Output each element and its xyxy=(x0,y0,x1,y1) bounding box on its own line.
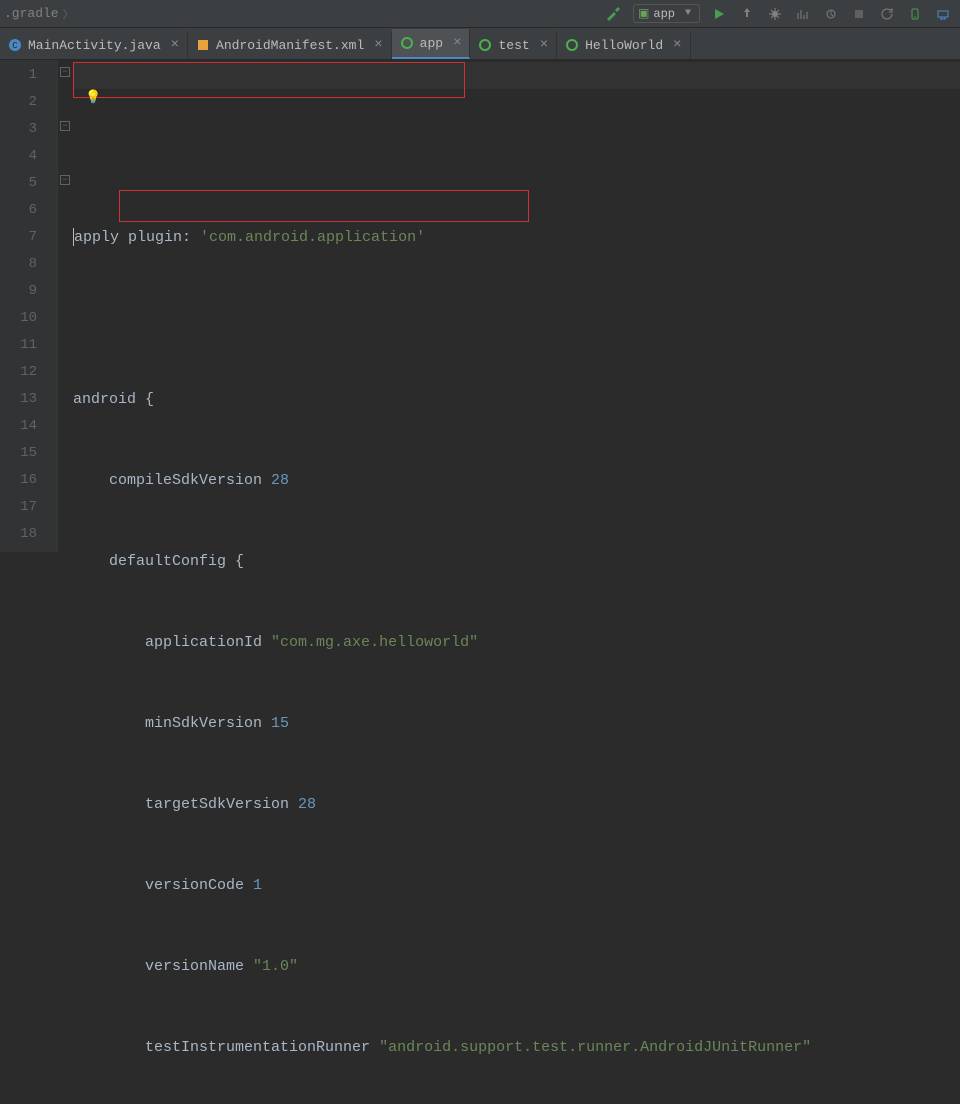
gradle-icon xyxy=(400,36,414,50)
sync-icon[interactable] xyxy=(878,5,896,23)
editor-tabs: C MainActivity.java × AndroidManifest.xm… xyxy=(0,28,960,60)
close-icon[interactable]: × xyxy=(171,37,179,53)
line-number: 1 xyxy=(0,62,37,89)
code-token: "android.support.test.runner.AndroidJUni… xyxy=(379,1039,811,1056)
line-number: 16 xyxy=(0,467,37,494)
line-gutter: 1 2 3 4 5 6 7 8 9 10 11 12 13 14 15 16 1… xyxy=(0,60,58,552)
line-number: 3 xyxy=(0,116,37,143)
avd-icon[interactable] xyxy=(906,5,924,23)
chevron-right-icon: 〉 xyxy=(63,6,74,22)
hammer-icon[interactable] xyxy=(605,5,623,23)
tab-app-gradle[interactable]: app × xyxy=(392,29,471,59)
fold-toggle-icon[interactable]: − xyxy=(60,175,70,185)
line-number: 12 xyxy=(0,359,37,386)
tab-mainactivity[interactable]: C MainActivity.java × xyxy=(0,31,188,59)
run-icon[interactable] xyxy=(710,5,728,23)
android-module-icon: ▣ xyxy=(638,6,649,21)
line-number: 11 xyxy=(0,332,37,359)
stop-icon[interactable] xyxy=(850,5,868,23)
code-token: android { xyxy=(73,391,154,408)
breadcrumb[interactable]: .gradle 〉 xyxy=(0,6,74,22)
line-number: 17 xyxy=(0,494,37,521)
tab-test[interactable]: test × xyxy=(470,31,557,59)
tab-label: MainActivity.java xyxy=(28,38,161,53)
code-content[interactable]: 💡 apply plugin: 'com.android.application… xyxy=(73,60,960,552)
code-token: apply xyxy=(74,229,119,246)
xml-icon xyxy=(196,38,210,52)
code-token: versionCode xyxy=(145,877,253,894)
current-line-highlight xyxy=(73,62,960,89)
line-number: 7 xyxy=(0,224,37,251)
code-token: minSdkVersion xyxy=(145,715,271,732)
tab-manifest[interactable]: AndroidManifest.xml × xyxy=(188,31,392,59)
tab-label: AndroidManifest.xml xyxy=(216,38,364,53)
annotation-box xyxy=(119,190,529,222)
apply-changes-icon[interactable] xyxy=(738,5,756,23)
code-token: versionName xyxy=(145,958,253,975)
run-configuration-selector[interactable]: ▣ app ▼ xyxy=(633,4,700,23)
close-icon[interactable]: × xyxy=(673,37,681,53)
tab-label: app xyxy=(420,36,443,51)
line-number: 10 xyxy=(0,305,37,332)
profiler-icon[interactable] xyxy=(794,5,812,23)
code-token: plugin: xyxy=(119,229,200,246)
fold-toggle-icon[interactable]: − xyxy=(60,67,70,77)
code-token: compileSdkVersion xyxy=(109,472,271,489)
dropdown-icon: ▼ xyxy=(685,8,691,19)
line-number: 14 xyxy=(0,413,37,440)
code-token: 28 xyxy=(271,472,289,489)
code-token: 15 xyxy=(271,715,289,732)
code-token: targetSdkVersion xyxy=(145,796,298,813)
java-class-icon: C xyxy=(8,38,22,52)
tab-label: test xyxy=(498,38,529,53)
fold-toggle-icon[interactable]: − xyxy=(60,121,70,131)
sdk-icon[interactable] xyxy=(934,5,952,23)
code-editor[interactable]: 1 2 3 4 5 6 7 8 9 10 11 12 13 14 15 16 1… xyxy=(0,60,960,552)
close-icon[interactable]: × xyxy=(453,35,461,51)
tab-helloworld[interactable]: HelloWorld × xyxy=(557,31,690,59)
line-number: 4 xyxy=(0,143,37,170)
close-icon[interactable]: × xyxy=(374,37,382,53)
code-token: defaultConfig { xyxy=(109,553,244,570)
line-number: 9 xyxy=(0,278,37,305)
top-toolbar: .gradle 〉 ▣ app ▼ xyxy=(0,0,960,28)
close-icon[interactable]: × xyxy=(540,37,548,53)
line-number: 5 xyxy=(0,170,37,197)
gradle-icon xyxy=(478,38,492,52)
svg-text:C: C xyxy=(12,41,18,51)
intention-bulb-icon[interactable]: 💡 xyxy=(85,84,101,111)
code-token: "1.0" xyxy=(253,958,298,975)
breadcrumb-item: .gradle xyxy=(4,6,59,21)
debug-icon[interactable] xyxy=(766,5,784,23)
code-token: 28 xyxy=(298,796,316,813)
line-number: 2 xyxy=(0,89,37,116)
code-token: 'com.android.application' xyxy=(200,229,425,246)
run-config-label: app xyxy=(653,7,675,21)
attach-debugger-icon[interactable] xyxy=(822,5,840,23)
code-token: 1 xyxy=(253,877,262,894)
line-number: 18 xyxy=(0,521,37,548)
toolbar-actions: ▣ app ▼ xyxy=(605,4,960,23)
line-number: 6 xyxy=(0,197,37,224)
code-token: "com.mg.axe.helloworld" xyxy=(271,634,478,651)
line-number: 15 xyxy=(0,440,37,467)
tab-label: HelloWorld xyxy=(585,38,663,53)
fold-column: − − − xyxy=(58,60,73,552)
line-number: 13 xyxy=(0,386,37,413)
code-token: testInstrumentationRunner xyxy=(145,1039,379,1056)
code-token: applicationId xyxy=(145,634,271,651)
line-number: 8 xyxy=(0,251,37,278)
gradle-icon xyxy=(565,38,579,52)
